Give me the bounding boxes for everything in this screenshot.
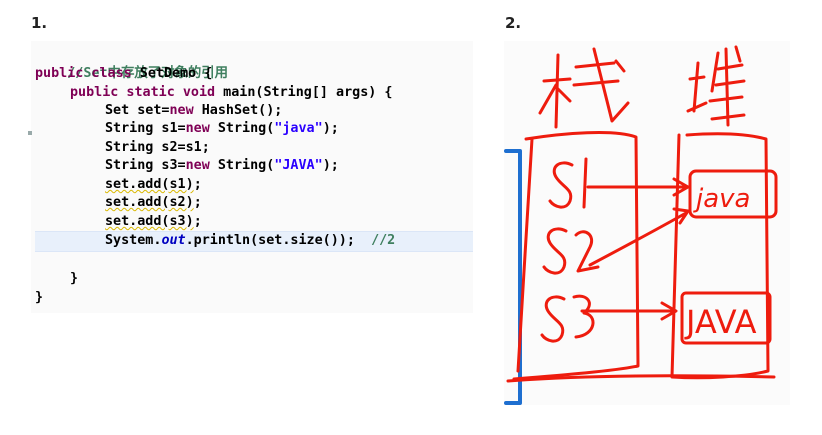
- code-text: main(String[] args) {: [215, 85, 393, 100]
- code-line-add1: set.add(s1);: [105, 176, 202, 194]
- var-s3-glyph: [540, 294, 595, 343]
- string-literal: "java": [274, 121, 323, 136]
- code-line-s1: String s1=new String("java");: [105, 120, 339, 138]
- keyword: new: [185, 158, 210, 173]
- keyword: new: [169, 103, 194, 118]
- code-line-s3: String s3=new String("JAVA");: [105, 157, 339, 175]
- code-text: );: [322, 121, 339, 136]
- keyword: public static void: [70, 85, 216, 100]
- code-line-s2: String s2=s1;: [105, 140, 210, 155]
- code-comment: //Set中存放了对象的引用: [35, 47, 228, 81]
- code-text: );: [322, 158, 339, 173]
- main-declaration: public static void main(String[] args) {: [70, 84, 393, 102]
- code-line-println: System.out.println(set.size()); //2: [105, 232, 395, 250]
- arrow-s3: [580, 301, 678, 321]
- stack-outline: [512, 131, 640, 381]
- code-line-add3: set.add(s3);: [105, 213, 202, 231]
- keyword: public class: [35, 66, 132, 81]
- stack-label-glyph: [538, 47, 630, 129]
- string-literal: "JAVA": [274, 158, 323, 173]
- code-text: .println(set.size());: [185, 233, 355, 248]
- code-text: HashSet();: [193, 103, 283, 118]
- heap-object-JAVA-text: JAVA: [684, 303, 757, 341]
- code-line-add2: set.add(s2);: [105, 194, 202, 212]
- heap-object-java-text: java: [693, 184, 750, 214]
- heap-label-glyph: [686, 45, 746, 127]
- class-declaration: public class SetDemo {: [35, 65, 212, 83]
- code-text: SetDemo {: [131, 66, 213, 81]
- code-text: ;: [193, 195, 202, 210]
- code-close-method: }: [70, 271, 79, 286]
- trailing-comment: //2: [371, 233, 396, 248]
- keyword: new: [185, 121, 210, 136]
- code-text: String s3=: [105, 158, 186, 173]
- code-text: ;: [193, 214, 202, 229]
- warning-underlined-code: set.add(s1): [105, 177, 194, 192]
- arrow-s2: [588, 207, 690, 267]
- section-label-1: 1.: [31, 14, 48, 32]
- memory-sketch: java JAVA: [504, 41, 790, 405]
- warning-underlined-code: set.add(s2): [105, 195, 194, 210]
- code-line-set: Set set=new HashSet();: [105, 102, 282, 120]
- warning-underlined-code: set.add(s3): [105, 214, 194, 229]
- code-text: String(: [209, 158, 275, 173]
- static-field: out: [161, 233, 186, 248]
- code-text: String(: [209, 121, 275, 136]
- code-text: ;: [193, 177, 202, 192]
- section-label-2: 2.: [505, 14, 522, 32]
- var-s1-glyph: [548, 157, 588, 209]
- code-text: System.: [105, 233, 162, 248]
- fold-marker: [28, 131, 32, 135]
- code-close-class: }: [35, 290, 44, 305]
- code-text: String s1=: [105, 121, 186, 136]
- arrow-s1: [586, 177, 690, 197]
- code-text: Set set=: [105, 103, 170, 118]
- sketch-canvas: java JAVA: [504, 45, 778, 405]
- code-editor: //Set中存放了对象的引用 public class SetDemo { pu…: [28, 41, 473, 313]
